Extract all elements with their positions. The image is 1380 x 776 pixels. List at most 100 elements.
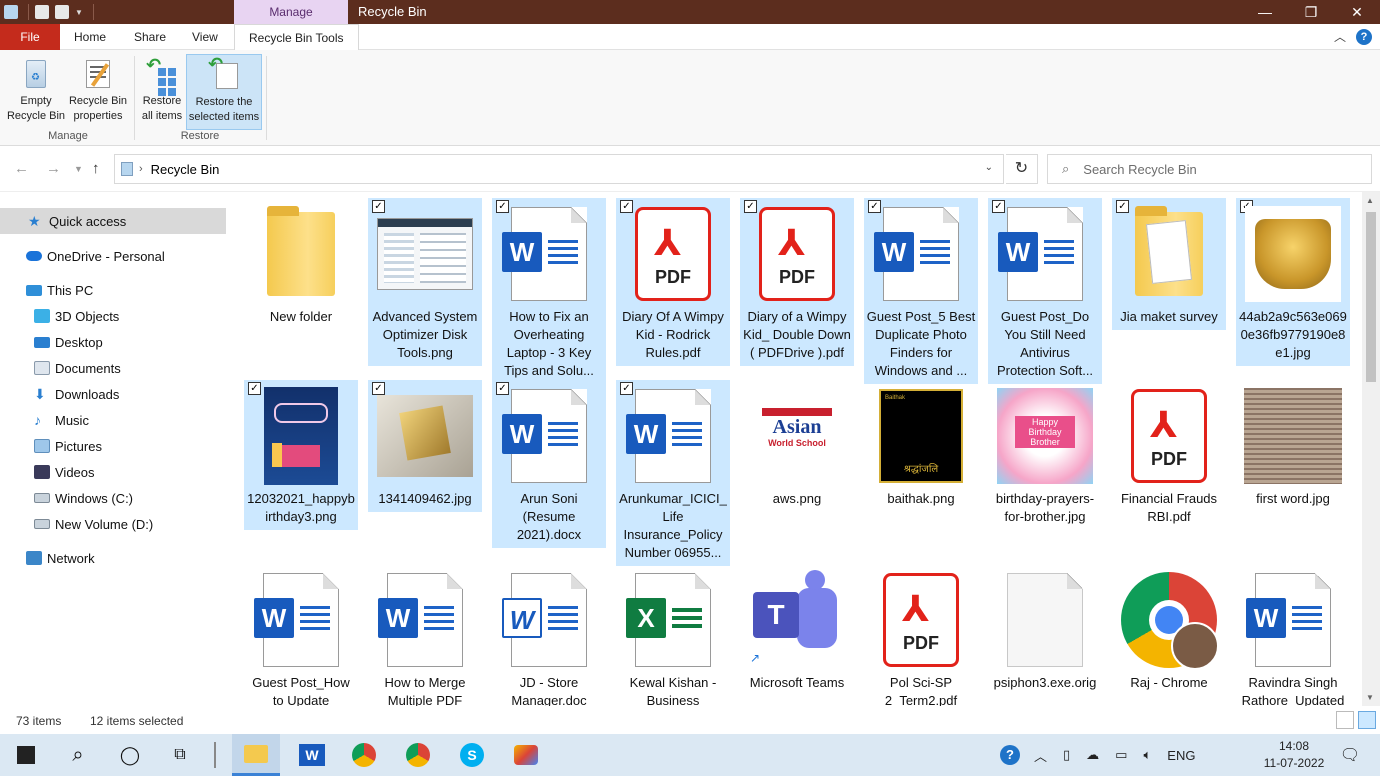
- chrome-taskbar-icon[interactable]: [340, 734, 388, 776]
- nav-item-videos[interactable]: Videos: [0, 459, 226, 485]
- file-tile[interactable]: ✓ W Guest Post_Do You Still Need Antivir…: [988, 198, 1102, 384]
- search-input[interactable]: ⌕ Search Recycle Bin: [1047, 154, 1372, 184]
- empty-recycle-bin-button[interactable]: ♻ Empty Recycle Bin: [4, 54, 68, 130]
- file-tile[interactable]: ⅄ PDF Financial Frauds RBI.pdf: [1112, 380, 1226, 530]
- address-field[interactable]: › Recycle Bin ⌄: [114, 154, 1004, 184]
- group-label-restore: Restore: [180, 130, 220, 142]
- file-tile[interactable]: Happy Birthday Brother birthday-prayers-fo…: [988, 380, 1102, 530]
- maximize-button[interactable]: ❐: [1288, 0, 1334, 24]
- clock[interactable]: 14:08 11-07-2022: [1254, 738, 1334, 772]
- up-arrow-icon[interactable]: ↑: [92, 160, 100, 177]
- file-tile[interactable]: first word.jpg: [1236, 380, 1350, 512]
- file-tile[interactable]: ✓ 44ab2a9c563e0690e36fb9779190e8e1.jpg: [1236, 198, 1350, 366]
- nav-item-3d-objects[interactable]: 3D Objects: [0, 303, 226, 329]
- nav-item-quick-access[interactable]: ★ Quick access: [0, 208, 226, 234]
- file-tile[interactable]: ✓ 1341409462.jpg: [368, 380, 482, 512]
- help-icon[interactable]: ?: [1356, 28, 1372, 45]
- file-tile[interactable]: Raj - Chrome: [1112, 564, 1226, 696]
- notifications-icon[interactable]: 🗨︎: [1326, 734, 1374, 776]
- nav-item-windows-c[interactable]: Windows (C:): [0, 485, 226, 511]
- tab-recycle-bin-tools[interactable]: Recycle Bin Tools: [234, 24, 359, 51]
- device-icon[interactable]: ▯: [1063, 747, 1070, 763]
- scroll-up-icon[interactable]: ▲: [1366, 196, 1374, 205]
- file-tile[interactable]: W JD - Store Manager.doc: [492, 564, 606, 706]
- file-tile[interactable]: ✓ W Arunkumar_ICICI_Life Insurance_Polic…: [616, 380, 730, 566]
- file-tile[interactable]: T ↗ Microsoft Teams: [740, 564, 854, 696]
- file-tile[interactable]: W How to Merge Multiple PDF: [368, 564, 482, 706]
- page-icon[interactable]: [55, 5, 69, 19]
- vertical-scrollbar[interactable]: ▲ ▼: [1362, 192, 1380, 706]
- refresh-button[interactable]: ↻: [1006, 154, 1038, 184]
- file-tile[interactable]: ✓ W How to Fix an Overheating Laptop - 3…: [492, 198, 606, 384]
- nav-item-this-pc[interactable]: This PC: [0, 277, 226, 303]
- restore-all-icon: ↶: [146, 56, 178, 90]
- language-indicator[interactable]: ENG: [1167, 748, 1195, 763]
- birthday-brother-thumbnail: Happy Birthday Brother: [995, 384, 1095, 488]
- file-tile[interactable]: New folder: [244, 198, 358, 330]
- chevron-down-icon[interactable]: ▼: [75, 8, 83, 17]
- file-tile[interactable]: ✓ W Guest Post_5 Best Duplicate Photo Fi…: [864, 198, 978, 384]
- nav-item-network[interactable]: Network: [0, 545, 226, 571]
- word-taskbar-icon[interactable]: W: [288, 734, 336, 776]
- file-name: 12032021_happybirthday3.png: [247, 491, 355, 524]
- file-tile[interactable]: W Ravindra Singh Rathore_Updated: [1236, 564, 1350, 706]
- nav-item-desktop[interactable]: Desktop: [0, 329, 226, 355]
- details-view-icon[interactable]: [1336, 711, 1354, 729]
- volume-icon[interactable]: 🔈︎: [1143, 747, 1151, 763]
- recycle-bin-properties-button[interactable]: Recycle Bin properties: [66, 54, 130, 130]
- tab-file[interactable]: File: [0, 24, 60, 50]
- cortana-icon[interactable]: ◯: [106, 734, 154, 776]
- file-tile[interactable]: Baithak श्रद्धांजलि baithak.png: [864, 380, 978, 512]
- context-tab-manage[interactable]: Manage: [234, 0, 348, 24]
- minimize-button[interactable]: —: [1242, 0, 1288, 24]
- file-tile[interactable]: W Guest Post_How to Update: [244, 564, 358, 706]
- nav-item-new-volume-d[interactable]: New Volume (D:): [0, 511, 226, 537]
- checkmark-icon[interactable]: [35, 5, 49, 19]
- tab-share[interactable]: Share: [120, 24, 180, 50]
- chevron-up-icon[interactable]: ︿: [1034, 746, 1047, 765]
- file-tile[interactable]: ✓ W Arun Soni (Resume 2021).docx: [492, 380, 606, 548]
- nav-item-pictures[interactable]: Pictures: [0, 433, 226, 459]
- file-tile[interactable]: psiphon3.exe.orig: [988, 564, 1102, 696]
- nav-item-documents[interactable]: Documents: [0, 355, 226, 381]
- scroll-down-icon[interactable]: ▼: [1366, 693, 1374, 702]
- start-button[interactable]: [2, 734, 50, 776]
- chevron-down-icon[interactable]: ⌄: [985, 162, 993, 173]
- forward-arrow-icon[interactable]: →: [46, 160, 61, 177]
- paint-taskbar-icon[interactable]: [502, 734, 550, 776]
- file-tile[interactable]: Asian World School aws.png: [740, 380, 854, 512]
- file-explorer-taskbar-icon[interactable]: [232, 734, 280, 776]
- file-tile[interactable]: ✓ ⅄ PDF Diary Of A Wimpy Kid - Rodrick Ru…: [616, 198, 730, 366]
- recent-locations-icon[interactable]: ▼: [74, 164, 83, 174]
- file-tile[interactable]: ✓ ⅄ PDF Diary of a Wimpy Kid_ Double Down…: [740, 198, 854, 366]
- close-button[interactable]: ✕: [1334, 0, 1380, 24]
- task-view-icon[interactable]: ⧉: [156, 734, 204, 776]
- nav-item-downloads[interactable]: ⬇ Downloads: [0, 381, 226, 407]
- file-name: New folder: [269, 309, 333, 324]
- breadcrumb-recycle-bin[interactable]: Recycle Bin: [151, 162, 220, 177]
- status-bar: 73 items 12 items selected: [0, 706, 1380, 734]
- nav-item-music[interactable]: ♪ Music: [0, 407, 226, 433]
- tab-view[interactable]: View: [178, 24, 232, 50]
- battery-icon[interactable]: ▭: [1115, 747, 1127, 763]
- cloud-icon[interactable]: ☁: [1086, 747, 1099, 763]
- folder-icon: [1119, 202, 1219, 306]
- file-tile[interactable]: ✓ Advanced System Optimizer Disk Tools.p…: [368, 198, 482, 366]
- skype-taskbar-icon[interactable]: S: [448, 734, 496, 776]
- file-tile[interactable]: X Kewal Kishan - Business: [616, 564, 730, 706]
- collapse-ribbon-icon[interactable]: ︿: [1334, 28, 1346, 45]
- large-icons-view-icon[interactable]: [1358, 711, 1376, 729]
- search-icon[interactable]: ⌕: [54, 734, 102, 776]
- file-tile[interactable]: ✓ 12032021_happybirthday3.png: [244, 380, 358, 530]
- nav-item-onedrive[interactable]: OneDrive - Personal: [0, 243, 226, 269]
- restore-selected-items-button[interactable]: ↶ Restore the selected items: [186, 54, 262, 130]
- help-tray-icon[interactable]: ?: [1000, 745, 1020, 765]
- back-arrow-icon[interactable]: ←: [14, 160, 29, 177]
- chrome-profile-taskbar-icon[interactable]: [394, 734, 442, 776]
- restore-all-items-button[interactable]: ↶ Restore all items: [138, 54, 186, 130]
- tab-home[interactable]: Home: [60, 24, 120, 50]
- file-tile[interactable]: ✓ Jia maket survey: [1112, 198, 1226, 330]
- scrollbar-thumb[interactable]: [1366, 212, 1376, 382]
- chevron-right-icon[interactable]: ›: [139, 163, 143, 175]
- file-tile[interactable]: ⅄ PDF Pol Sci-SP 2_Term2.pdf: [864, 564, 978, 706]
